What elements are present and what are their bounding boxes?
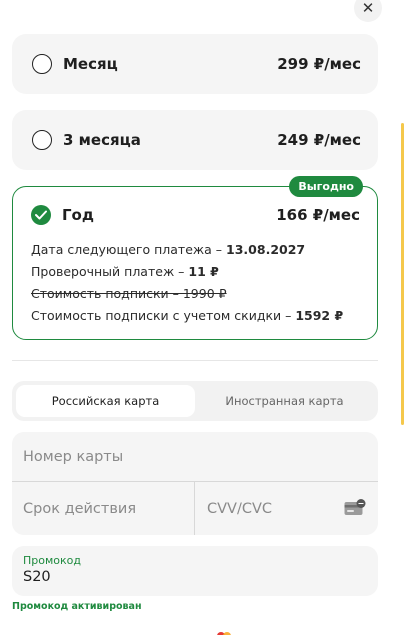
radio-unchecked-icon[interactable] — [32, 54, 52, 74]
plan-option-year[interactable]: Выгодно Год 166 ₽/мес Дата следующего пл… — [12, 176, 378, 340]
payment-logo-icon — [217, 632, 231, 635]
discount-price-line: Стоимость подписки с учетом скидки – 159… — [31, 308, 344, 323]
card-number-field[interactable]: Номер карты — [12, 432, 378, 482]
scrollbar[interactable] — [401, 123, 404, 425]
plan-option-3-months[interactable]: 3 месяца 249 ₽/мес — [12, 110, 378, 170]
expiry-placeholder: Срок действия — [23, 500, 137, 517]
radio-unchecked-icon[interactable] — [32, 130, 52, 150]
tab-foreign-card[interactable]: Иностранная карта — [195, 385, 374, 417]
test-payment-amount: 11 ₽ — [188, 264, 219, 279]
plan-price: 249 ₽/мес — [277, 131, 361, 149]
full-price-line: Стоимость подписки – 1990 ₽ — [31, 286, 227, 301]
tab-russian-card[interactable]: Российская карта — [16, 385, 195, 417]
discount-price: 1592 ₽ — [295, 308, 344, 323]
card-type-tabs: Российская карта Иностранная карта — [12, 381, 378, 421]
next-payment-line: Дата следующего платежа – 13.08.2027 — [31, 242, 306, 257]
plan-price: 299 ₽/мес — [277, 55, 361, 73]
next-payment-date: 13.08.2027 — [226, 242, 306, 257]
plan-name: Год — [62, 206, 94, 224]
test-payment-line: Проверочный платеж – 11 ₽ — [31, 264, 219, 279]
promo-status: Промокод активирован — [12, 601, 142, 612]
cvv-field[interactable]: CVV/CVC — [195, 482, 378, 535]
card-form: Номер карты Срок действия CVV/CVC — [12, 432, 378, 535]
plan-name: 3 месяца — [63, 131, 141, 149]
close-icon: ✕ — [361, 0, 375, 17]
promo-code-field[interactable]: Промокод S20 — [12, 546, 378, 596]
cvv-placeholder: CVV/CVC — [207, 500, 273, 517]
divider — [12, 360, 378, 361]
promo-value: S20 — [23, 569, 51, 585]
plan-price: 166 ₽/мес — [276, 206, 360, 224]
plan-name: Месяц — [63, 55, 118, 73]
best-value-badge: Выгодно — [289, 176, 363, 197]
close-button[interactable]: ✕ — [354, 0, 382, 22]
card-number-placeholder: Номер карты — [23, 448, 124, 465]
check-icon[interactable] — [31, 205, 51, 225]
card-cvv-icon — [344, 499, 366, 515]
promo-label: Промокод — [23, 554, 81, 567]
plan-details: Дата следующего платежа – 13.08.2027 Про… — [31, 239, 360, 327]
expiry-field[interactable]: Срок действия — [12, 482, 195, 535]
plan-option-month[interactable]: Месяц 299 ₽/мес — [12, 34, 378, 94]
